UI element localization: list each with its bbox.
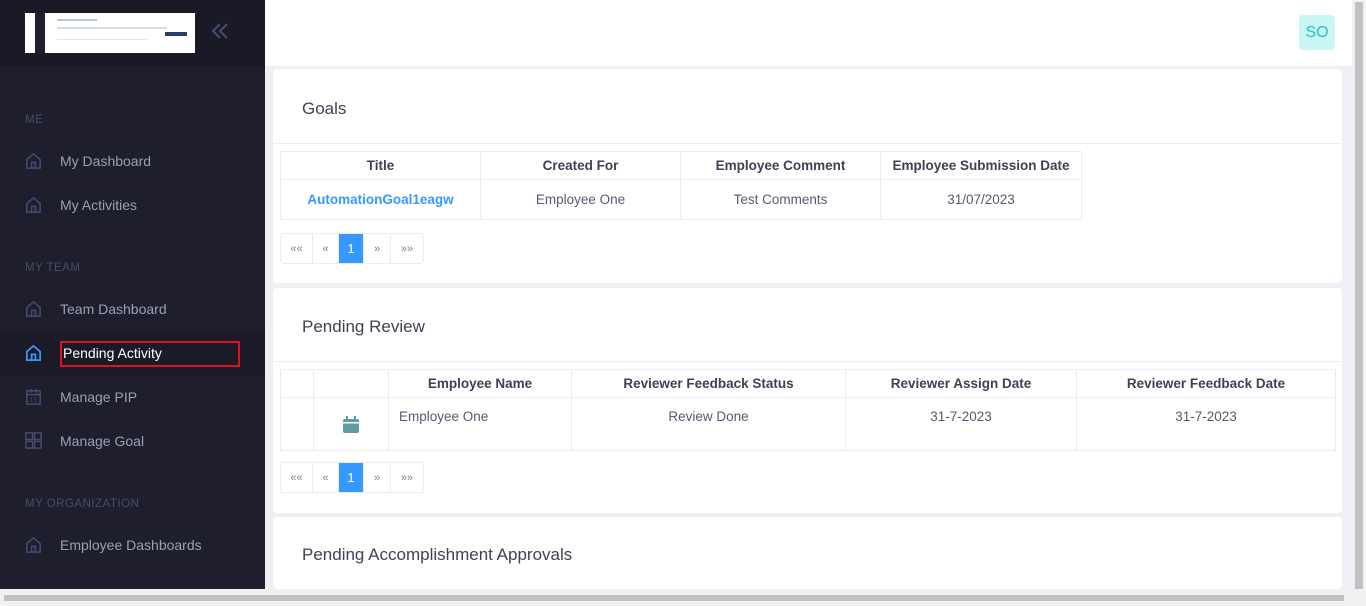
vertical-scrollbar-thumb[interactable] bbox=[1355, 2, 1363, 592]
sidebar-item-team-dashboard[interactable]: Team Dashboard bbox=[0, 287, 265, 331]
sidebar-item-label: Manage PIP bbox=[60, 389, 138, 405]
first-page-button[interactable]: «« bbox=[281, 463, 313, 492]
sidebar-item-label: My Activities bbox=[60, 197, 138, 213]
last-page-button[interactable]: »» bbox=[391, 463, 423, 492]
sidebar-item-employee-dashboards[interactable]: Employee Dashboards bbox=[0, 523, 265, 567]
horizontal-scrollbar-thumb[interactable] bbox=[4, 595, 1344, 601]
goals-pagination: «« « 1 » »» bbox=[280, 233, 424, 264]
table-cell: Employee One bbox=[388, 397, 572, 451]
column-header[interactable]: Employee Submission Date bbox=[880, 151, 1082, 180]
next-page-button[interactable]: » bbox=[364, 234, 391, 263]
table-cell: Test Comments bbox=[680, 179, 881, 220]
home-icon bbox=[26, 152, 41, 169]
section-label-my-organization: MY ORGANIZATION bbox=[25, 498, 140, 510]
column-header[interactable]: Reviewer Assign Date bbox=[845, 369, 1077, 398]
home-icon bbox=[26, 300, 41, 317]
top-header: SO bbox=[265, 0, 1352, 66]
goals-title: Goals bbox=[302, 99, 347, 118]
table-row: AutomationGoal1eagw Employee One Test Co… bbox=[280, 179, 1082, 220]
calendar-icon[interactable] bbox=[343, 416, 359, 433]
sidebar-item-label: Pending Activity bbox=[63, 345, 162, 361]
section-label-my-team: MY TEAM bbox=[25, 262, 81, 274]
column-header bbox=[280, 369, 314, 398]
pending-review-card: Pending Review Employee Name Reviewer Fe… bbox=[273, 288, 1342, 513]
table-header-row: Title Created For Employee Comment Emplo… bbox=[280, 151, 1082, 180]
pending-review-table: Employee Name Reviewer Feedback Status R… bbox=[280, 369, 1336, 451]
column-header[interactable]: Created For bbox=[480, 151, 681, 180]
column-header bbox=[313, 369, 389, 398]
last-page-button[interactable]: »» bbox=[391, 234, 423, 263]
table-cell bbox=[313, 397, 389, 451]
svg-text:15: 15 bbox=[30, 398, 38, 404]
sidebar-item-label: Team Dashboard bbox=[60, 301, 167, 317]
sidebar-item-manage-pip[interactable]: 15 Manage PIP bbox=[0, 375, 265, 419]
table-cell: 31-7-2023 bbox=[1076, 397, 1336, 451]
sidebar: ME My Dashboard My Activities MY TEAM Te… bbox=[0, 0, 265, 606]
company-logo[interactable] bbox=[25, 13, 195, 53]
grid-icon bbox=[25, 432, 42, 449]
user-avatar[interactable]: SO bbox=[1299, 15, 1335, 50]
calendar-icon: 15 bbox=[26, 388, 41, 405]
sidebar-brand bbox=[0, 0, 265, 66]
home-icon bbox=[26, 196, 41, 213]
table-cell: 31/07/2023 bbox=[880, 179, 1082, 220]
column-header[interactable]: Title bbox=[280, 151, 481, 180]
goal-title-link[interactable]: AutomationGoal1eagw bbox=[280, 179, 481, 220]
column-header[interactable]: Employee Name bbox=[388, 369, 572, 398]
accomplishment-approvals-card: Pending Accomplishment Approvals bbox=[273, 517, 1342, 589]
pending-review-title: Pending Review bbox=[302, 317, 425, 336]
goals-card: Goals Title Created For Employee Comment… bbox=[273, 69, 1342, 283]
sidebar-item-manage-goal[interactable]: Manage Goal bbox=[0, 419, 265, 463]
table-cell: 31-7-2023 bbox=[845, 397, 1077, 451]
sidebar-item-my-activities[interactable]: My Activities bbox=[0, 183, 265, 227]
table-cell: Review Done bbox=[571, 397, 846, 451]
prev-page-button[interactable]: « bbox=[313, 463, 339, 492]
sidebar-item-label: Manage Goal bbox=[60, 433, 145, 449]
column-header[interactable]: Reviewer Feedback Status bbox=[571, 369, 846, 398]
home-icon bbox=[25, 344, 42, 361]
column-header[interactable]: Employee Comment bbox=[680, 151, 881, 180]
table-cell: Employee One bbox=[480, 179, 681, 220]
column-header[interactable]: Reviewer Feedback Date bbox=[1076, 369, 1336, 398]
section-label-me: ME bbox=[25, 114, 44, 126]
sidebar-item-label: My Dashboard bbox=[60, 153, 152, 169]
page-1-button[interactable]: 1 bbox=[339, 463, 364, 492]
sidebar-item-pending-activity[interactable]: Pending Activity bbox=[0, 331, 265, 375]
home-icon bbox=[26, 536, 41, 553]
first-page-button[interactable]: «« bbox=[281, 234, 313, 263]
sidebar-item-my-dashboard[interactable]: My Dashboard bbox=[0, 139, 265, 183]
page-1-button[interactable]: 1 bbox=[339, 234, 364, 263]
sidebar-item-label: Employee Dashboards bbox=[60, 537, 202, 553]
prev-page-button[interactable]: « bbox=[313, 234, 339, 263]
accomplishment-approvals-title: Pending Accomplishment Approvals bbox=[302, 545, 573, 564]
table-cell bbox=[280, 397, 314, 451]
table-header-row: Employee Name Reviewer Feedback Status R… bbox=[280, 369, 1336, 398]
pending-review-pagination: «« « 1 » »» bbox=[280, 462, 424, 493]
table-row: Employee One Review Done 31-7-2023 31-7-… bbox=[280, 397, 1336, 451]
goals-table: Title Created For Employee Comment Emplo… bbox=[280, 151, 1082, 220]
next-page-button[interactable]: » bbox=[364, 463, 391, 492]
double-chevron-left-icon[interactable] bbox=[210, 20, 230, 44]
